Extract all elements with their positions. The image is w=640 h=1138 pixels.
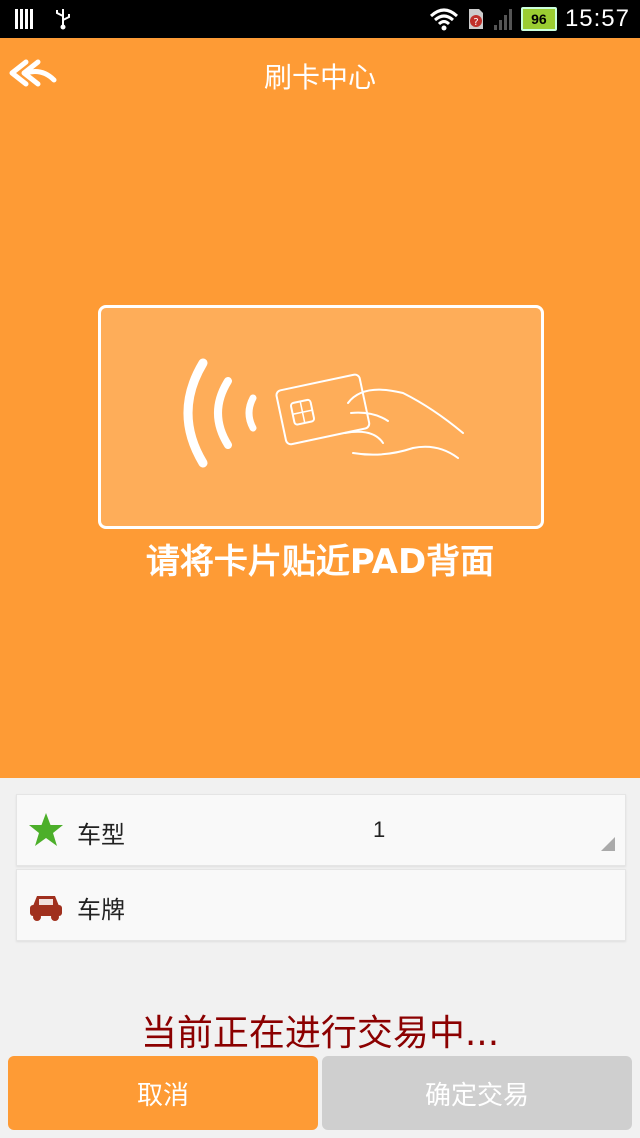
usb-icon <box>56 9 70 30</box>
cancel-button[interactable]: 取消 <box>8 1056 318 1130</box>
status-bar: ? 96 15:57 <box>0 0 640 38</box>
car-icon <box>30 896 62 921</box>
license-plate-label: 车牌 <box>77 896 125 924</box>
signal-bars-icon <box>15 9 33 29</box>
cell-signal-icon <box>493 9 512 30</box>
transaction-status: 当前正在进行交易中... <box>140 1013 500 1054</box>
confirm-transaction-button[interactable]: 确定交易 <box>322 1056 632 1130</box>
battery-icon: 96 <box>520 7 557 31</box>
page-title: 刷卡中心 <box>263 61 376 94</box>
dropdown-arrow-icon[interactable] <box>601 837 615 851</box>
card-reader-panel: 刷卡中心 请将卡片贴近PAD背面 <box>0 38 640 778</box>
vehicle-type-value: 1 <box>373 817 386 842</box>
vehicle-type-label: 车型 <box>77 821 125 849</box>
card-tap-area <box>98 305 544 529</box>
license-plate-field[interactable]: 车牌 <box>16 869 626 941</box>
app-header: 刷卡中心 <box>0 38 640 108</box>
clock: 15:57 <box>564 5 630 32</box>
star-icon <box>29 813 63 846</box>
svg-text:?: ? <box>473 17 478 28</box>
tap-card-prompt: 请将卡片贴近PAD背面 <box>145 542 495 582</box>
wifi-icon <box>429 8 458 31</box>
sim-alert-icon: ? <box>468 9 483 29</box>
vehicle-type-field[interactable]: 车型 1 <box>16 794 626 866</box>
nfc-card-icon <box>183 358 464 468</box>
